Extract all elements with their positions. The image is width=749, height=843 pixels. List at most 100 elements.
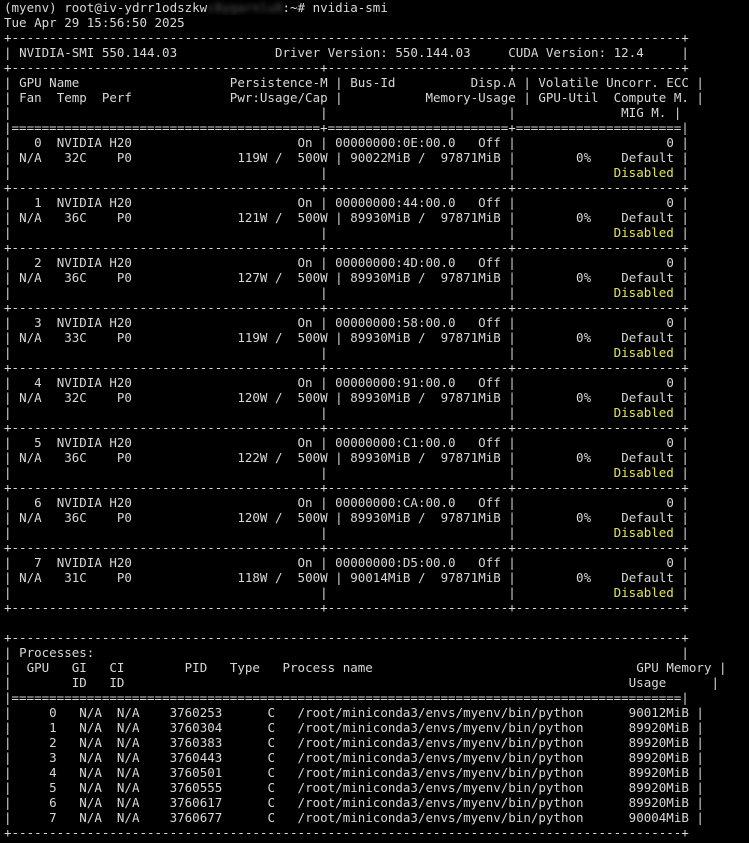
proc-col-pid: PID bbox=[184, 660, 208, 675]
gpu-memory-total: 97871MiB bbox=[440, 150, 501, 165]
gpu-memory-used: 89930MiB bbox=[350, 510, 411, 525]
gpu-disp: Off bbox=[463, 315, 501, 330]
proc-col-mem: GPU Memory bbox=[636, 660, 712, 675]
prompt-user-host: root@iv-ydrr1odszkw bbox=[64, 0, 208, 15]
proc-ci: N/A bbox=[116, 705, 140, 720]
process-row: | 0 N/A N/A 3760253 C /root/miniconda3/e… bbox=[4, 705, 704, 720]
proc-gi: N/A bbox=[79, 705, 102, 720]
gpu-row-7-line-2: | N/A 31C P0 118W / 500W | 90014MiB / 97… bbox=[4, 570, 689, 585]
gpu-row-6-line-2: | N/A 36C P0 120W / 500W | 89930MiB / 97… bbox=[4, 510, 689, 525]
proc-gi: N/A bbox=[79, 780, 102, 795]
gpu-row-1-line-3: | | | Disabled | bbox=[4, 225, 689, 240]
gpu-ecc: 0 bbox=[523, 435, 674, 450]
gpu-power-cap: 500W bbox=[297, 150, 328, 165]
gpu-row-2-line-3: | | | Disabled | bbox=[4, 285, 689, 300]
proc-gpu: 3 bbox=[26, 750, 57, 765]
proc-col-gi: GI bbox=[71, 660, 87, 675]
gpu-name: NVIDIA H20 bbox=[56, 375, 238, 390]
gpu-util: 0% bbox=[523, 270, 592, 285]
cuda-version: CUDA Version: 12.4 bbox=[508, 45, 644, 60]
smi-version: NVIDIA-SMI 550.144.03 bbox=[19, 45, 178, 60]
shell-prompt-line: (myenv) root@iv-ydrr1odszkwc8ygarnlu8:~#… bbox=[4, 0, 749, 15]
gpu-row-6-line-3: | | | Disabled | bbox=[4, 525, 689, 540]
gpu-name: NVIDIA H20 bbox=[56, 195, 238, 210]
gpu-mig-mode: Disabled bbox=[523, 345, 674, 360]
gpu-bus-id: 00000000:CA:00.0 bbox=[335, 495, 456, 510]
proc-ci: N/A bbox=[116, 795, 140, 810]
gpu-disp: Off bbox=[463, 555, 501, 570]
gpu-memory-total: 97871MiB bbox=[440, 510, 501, 525]
proc-name: /root/miniconda3/envs/myenv/bin/python bbox=[297, 780, 614, 795]
gpu-memory-used: 90022MiB bbox=[350, 150, 411, 165]
gpu-persistence: On bbox=[237, 315, 313, 330]
gpu-util: 0% bbox=[523, 210, 592, 225]
proc-type: C bbox=[267, 765, 275, 780]
table-top-border: +---------------------------------------… bbox=[4, 30, 689, 45]
proc-gi: N/A bbox=[79, 720, 102, 735]
gpu-persistence: On bbox=[237, 375, 313, 390]
proc-gpu: 0 bbox=[26, 705, 57, 720]
gpu-compute-mode: Default bbox=[591, 510, 674, 525]
gpu-ecc: 0 bbox=[523, 195, 674, 210]
proc-pid: 3760443 bbox=[169, 750, 223, 765]
gpu-disp: Off bbox=[463, 135, 501, 150]
proc-memory: 89920MiB bbox=[613, 780, 689, 795]
gpu-compute-mode: Default bbox=[591, 330, 674, 345]
proc-gi: N/A bbox=[79, 765, 102, 780]
gpu-row-7-line-1: | 7 NVIDIA H20 On | 00000000:D5:00.0 Off… bbox=[4, 555, 689, 570]
gpu-mig-mode: Disabled bbox=[523, 225, 674, 240]
col-perf: Perf bbox=[101, 90, 230, 105]
proc-name: /root/miniconda3/envs/myenv/bin/python bbox=[297, 735, 614, 750]
gpu-row-0-line-2: | N/A 32C P0 119W / 500W | 90022MiB / 97… bbox=[4, 150, 689, 165]
gpu-persistence: On bbox=[237, 255, 313, 270]
proc-gpu: 4 bbox=[26, 765, 57, 780]
prompt-host-redacted: c8ygarnlu8 bbox=[207, 0, 283, 15]
proc-col-name: Process name bbox=[282, 660, 637, 675]
gpu-perf: P0 bbox=[116, 150, 132, 165]
gpu-compute-mode: Default bbox=[591, 450, 674, 465]
gpu-power-usage: 120W bbox=[237, 390, 268, 405]
gpu-memory-used: 89930MiB bbox=[350, 390, 411, 405]
gpu-row-separator: +---------------------------------------… bbox=[4, 240, 689, 255]
gpu-bus-id: 00000000:0E:00.0 bbox=[335, 135, 456, 150]
gpu-fan: N/A bbox=[19, 330, 42, 345]
proc-type: C bbox=[267, 750, 275, 765]
gpu-disp: Off bbox=[463, 375, 501, 390]
gpu-row-separator: +---------------------------------------… bbox=[4, 600, 689, 615]
gpu-power-usage: 119W bbox=[237, 330, 268, 345]
gpu-row-3-line-1: | 3 NVIDIA H20 On | 00000000:58:00.0 Off… bbox=[4, 315, 689, 330]
column-header-1: | GPU Name Persistence-M | Bus-Id Disp.A… bbox=[4, 75, 704, 90]
gpu-row-4-line-1: | 4 NVIDIA H20 On | 00000000:91:00.0 Off… bbox=[4, 375, 689, 390]
gpu-index: 4 bbox=[19, 375, 42, 390]
gpu-fan: N/A bbox=[19, 210, 42, 225]
proc-gi: N/A bbox=[79, 750, 102, 765]
proc-gpu: 2 bbox=[26, 735, 57, 750]
col-temp: Temp bbox=[56, 90, 102, 105]
column-header-3: | | | MIG M. | bbox=[4, 105, 682, 120]
col-persistence: Persistence-M bbox=[229, 75, 328, 90]
proc-type: C bbox=[267, 780, 275, 795]
terminal-window[interactable]: (myenv) root@iv-ydrr1odszkwc8ygarnlu8:~#… bbox=[0, 0, 749, 843]
gpu-bus-id: 00000000:4D:00.0 bbox=[335, 255, 456, 270]
proc-ci: N/A bbox=[116, 780, 140, 795]
gpu-temp: 36C bbox=[64, 450, 87, 465]
proc-type: C bbox=[267, 795, 275, 810]
gpu-temp: 36C bbox=[64, 210, 87, 225]
gpu-power-cap: 500W bbox=[297, 570, 328, 585]
gpu-ecc: 0 bbox=[523, 375, 674, 390]
proc-pid: 3760555 bbox=[169, 780, 223, 795]
proc-name: /root/miniconda3/envs/myenv/bin/python bbox=[297, 705, 614, 720]
gpu-ecc: 0 bbox=[523, 315, 674, 330]
proc-pid: 3760617 bbox=[169, 795, 223, 810]
process-row: | 4 N/A N/A 3760501 C /root/miniconda3/e… bbox=[4, 765, 704, 780]
gpu-row-0-line-3: | | | Disabled | bbox=[4, 165, 689, 180]
nvidia-smi-output: +---------------------------------------… bbox=[4, 30, 749, 840]
proc-gpu: 1 bbox=[26, 720, 57, 735]
proc-pid: 3760383 bbox=[169, 735, 223, 750]
gpu-index: 3 bbox=[19, 315, 42, 330]
gpu-name: NVIDIA H20 bbox=[56, 435, 238, 450]
gpu-row-separator: +---------------------------------------… bbox=[4, 300, 689, 315]
col-fan: Fan bbox=[19, 90, 57, 105]
gpu-disp: Off bbox=[463, 255, 501, 270]
processes-header-2: | ID ID Usage | bbox=[4, 675, 719, 690]
